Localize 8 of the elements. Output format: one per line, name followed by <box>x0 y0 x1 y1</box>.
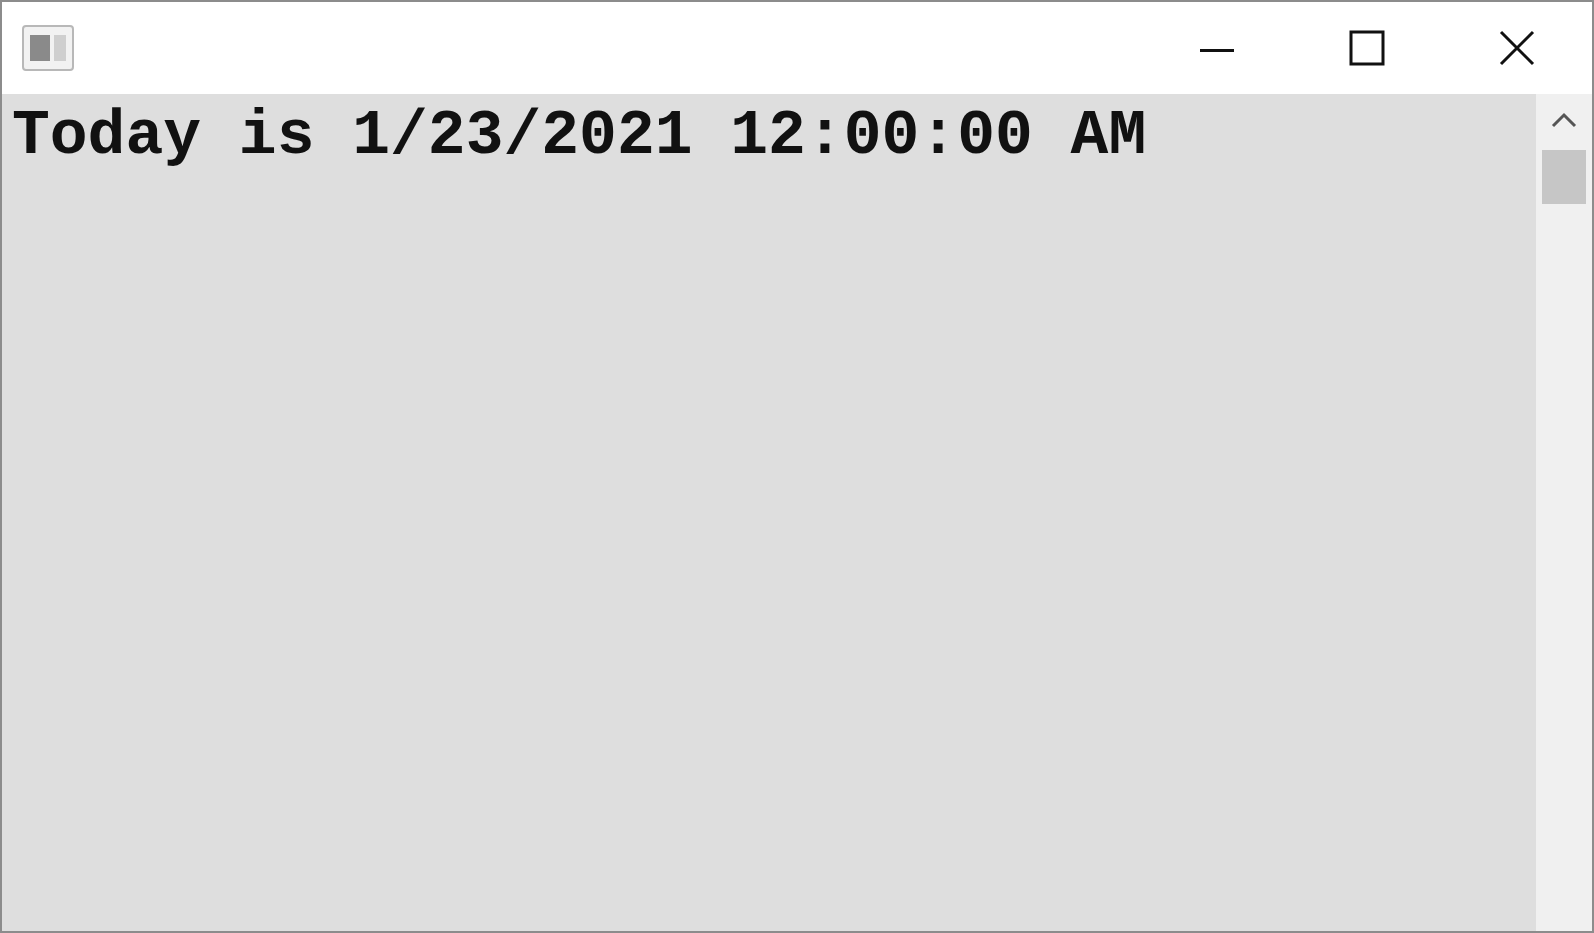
app-icon <box>22 25 74 71</box>
scroll-up-icon[interactable] <box>1551 112 1577 128</box>
vertical-scrollbar[interactable] <box>1536 94 1592 931</box>
maximize-icon <box>1349 30 1385 66</box>
close-icon <box>1499 30 1535 66</box>
date-text: Today is 1/23/2021 12:00:00 AM <box>12 101 1147 172</box>
scrollbar-thumb[interactable] <box>1542 150 1586 204</box>
minimize-icon <box>1200 49 1234 52</box>
